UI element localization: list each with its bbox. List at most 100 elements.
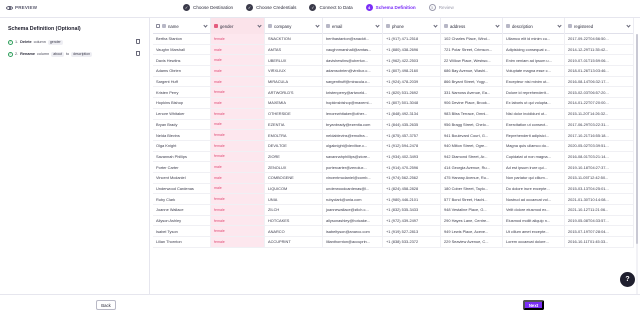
column-header-registered[interactable]: registered (565, 18, 634, 34)
column-header-company[interactable]: company (265, 18, 323, 34)
rule-word: column (36, 52, 50, 56)
column-header-email[interactable]: email (323, 18, 383, 34)
table-cell-phone: +1 (980) 446-2101 (383, 194, 441, 204)
column-header-phone[interactable]: phone (383, 18, 441, 34)
table-cell-email: davishewlins@uberlux... (323, 55, 383, 66)
select-all-checkbox[interactable] (156, 24, 160, 28)
table-row[interactable]: Kristen Perry female ARTWORLD'S kristenperr… (153, 87, 634, 99)
table-cell-address: 331 Narrows Avenue, Ea... (441, 87, 503, 98)
table-cell-name: Allyson Ashley (153, 215, 211, 226)
chevron-down-icon[interactable] (495, 23, 500, 28)
table-row[interactable]: Underwood Cardenas male LIQUICOM underwoodc… (153, 183, 634, 195)
column-header-description[interactable]: description (503, 18, 565, 34)
table-cell-gender: male (211, 119, 265, 130)
table-row[interactable]: Hopkins Bishop male MAXEMIA hopkinsbishop@m… (153, 98, 634, 109)
chevron-down-icon[interactable] (315, 23, 320, 28)
table-cell-gender: female (211, 34, 265, 44)
table-cell-description: Nisi dolor incididunt ut... (503, 108, 565, 119)
table-cell-company: AMTAS (265, 44, 323, 55)
help-button[interactable]: ? (620, 272, 635, 287)
table-cell-email: olgaknight@deviltoe.c... (323, 140, 383, 151)
table-cell-registered: 2016-08-14T06:32:17... (565, 76, 634, 87)
schema-rule[interactable]: ✓ 1. Delete column gender (8, 38, 140, 46)
table-cell-gender: female (211, 140, 265, 151)
table-cell-phone: +1 (832) 535-3433 (383, 205, 441, 215)
table-row[interactable]: Bertha Stanton female SNACKTION berthastant… (153, 34, 634, 45)
table-row[interactable]: Savannah Phillips female ZIORE savannahphil… (153, 151, 634, 163)
table-cell-registered: 2019-07-01T15:59:06... (565, 55, 634, 66)
table-row[interactable]: Isabel Tyson female ANARCO isabeltyson@anar… (153, 226, 634, 238)
data-preview-table: name gender company email phone address … (153, 18, 634, 294)
table-cell-address: 983 Bliss Terrace, Omni... (441, 108, 503, 119)
step-schema-definition[interactable]: 4 Schema Definition (365, 4, 416, 11)
table-cell-phone: +1 (924) 478-2039 (383, 76, 441, 87)
table-row[interactable]: Adams Obrien male VIRXLIUX adamsobrien@virx… (153, 66, 634, 77)
table-row[interactable]: Allyson Ashley female HOTCAKES allysonashle… (153, 215, 634, 227)
rule-number: 1. (15, 40, 19, 44)
table-row[interactable]: Vaughn Marshall male AMTAS vaughnmarshall@a… (153, 44, 634, 56)
table-row[interactable]: Vincent Mcdaniel male COMBOGENE vincentmcda… (153, 172, 634, 184)
table-cell-registered: 2015-11-05T12:42:50... (565, 172, 634, 183)
step-choose-destination[interactable]: ✓ Choose Destination (183, 4, 233, 11)
table-cell-description: Eiusmod mollit aliquip n... (503, 215, 565, 226)
column-header-address[interactable]: address (441, 18, 503, 34)
table-cell-email: underwoodcardenas@l... (323, 183, 383, 194)
table-cell-email: rubyclark@unia.com (323, 194, 383, 204)
table-cell-address: 475 Harway Avenue, Ru... (441, 172, 503, 183)
table-row[interactable]: Porter Carter male ZENOLUX portercarter@zen… (153, 162, 634, 173)
table-row[interactable]: Ruby Clark female UNIA rubyclark@unia.com +1… (153, 194, 634, 205)
column-label: description (512, 23, 533, 29)
chevron-down-icon[interactable] (433, 23, 438, 28)
preview-indicator: PREVIEW (6, 5, 37, 10)
rule-word: column (33, 40, 46, 44)
column-header-name[interactable]: name (153, 18, 211, 34)
chevron-down-icon[interactable] (257, 23, 262, 28)
table-cell-company: LIQUICOM (265, 183, 323, 194)
back-button[interactable]: Back (96, 300, 116, 310)
table-cell-company: UBERLUX (265, 55, 323, 66)
column-type-icon (386, 24, 390, 28)
chevron-down-icon[interactable] (375, 23, 380, 28)
table-row[interactable]: Nelda Blevins female EMOLTRA neldablevins@e… (153, 130, 634, 141)
chevron-down-icon[interactable] (557, 23, 562, 28)
chevron-down-icon[interactable] (626, 23, 631, 28)
table-row[interactable]: Joanne Wallace female ZILCH joannewallace@z… (153, 205, 634, 216)
column-label: address (450, 23, 466, 29)
table-row[interactable]: Lilian Thornton female ACCUPRINT lilianthor… (153, 237, 634, 248)
table-row[interactable]: Davis Hewlins male UBERLUX davishewlins@ube… (153, 55, 634, 67)
rule-column-tag: about (51, 51, 64, 57)
step-connect-to-data[interactable]: ✓ Connect to Data (309, 4, 353, 11)
table-row[interactable]: Sargent Huff male MIRACULA sargenthuff@mira… (153, 76, 634, 88)
next-button[interactable]: Next (523, 300, 544, 310)
table-cell-phone: +1 (972) 439-2497 (383, 215, 441, 226)
table-cell-email: hopkinsbishop@maxemi... (323, 98, 383, 108)
table-cell-name: Olga Knight (153, 140, 211, 151)
top-bar: PREVIEW ✓ Choose Destination ✓ Choose Cr… (0, 0, 640, 18)
schema-rule[interactable]: ✓ 2. Rename column about to description (8, 50, 140, 58)
check-circle-icon: ✓ (8, 39, 13, 45)
table-row[interactable]: Bryan Brady male EZENTIA bryanbrady@ezentia… (153, 119, 634, 131)
table-cell-registered: 2021-01-30T10:14:08... (565, 194, 634, 204)
column-header-gender[interactable]: gender (211, 18, 265, 34)
table-cell-company: COMBOGENE (265, 172, 323, 183)
table-cell-gender: female (211, 237, 265, 247)
chevron-down-icon[interactable] (203, 23, 208, 28)
trash-icon[interactable] (136, 51, 140, 56)
table-row[interactable]: Olga Knight female DEVILTOE olgaknight@devi… (153, 140, 634, 152)
table-cell-description: Voluptate magna esse c... (503, 66, 565, 76)
table-cell-name: Bryan Brady (153, 119, 211, 130)
column-label: registered (574, 23, 594, 29)
vertical-scrollbar[interactable] (636, 34, 638, 294)
rule-target-tag: description (71, 51, 93, 57)
step-choose-credentials[interactable]: ✓ Choose Credentials (246, 4, 296, 11)
table-cell-address: 949 Lewis Place, Aceve... (441, 226, 503, 237)
table-cell-phone: +1 (820) 531-2692 (383, 87, 441, 98)
table-cell-address: 941 Boulevard Court, G... (441, 130, 503, 140)
scrollbar-thumb[interactable] (636, 34, 638, 244)
trash-icon[interactable] (136, 39, 140, 44)
step-label: Choose Credentials (256, 5, 297, 10)
table-cell-address: 942 Diamond Street, Ar... (441, 151, 503, 162)
table-cell-email: adamsobrien@virxliux.c... (323, 66, 383, 76)
step-review[interactable]: 5 Review (428, 4, 454, 11)
table-row[interactable]: Lenore Whitaker female OTHERSIDE lenorewhit… (153, 108, 634, 120)
